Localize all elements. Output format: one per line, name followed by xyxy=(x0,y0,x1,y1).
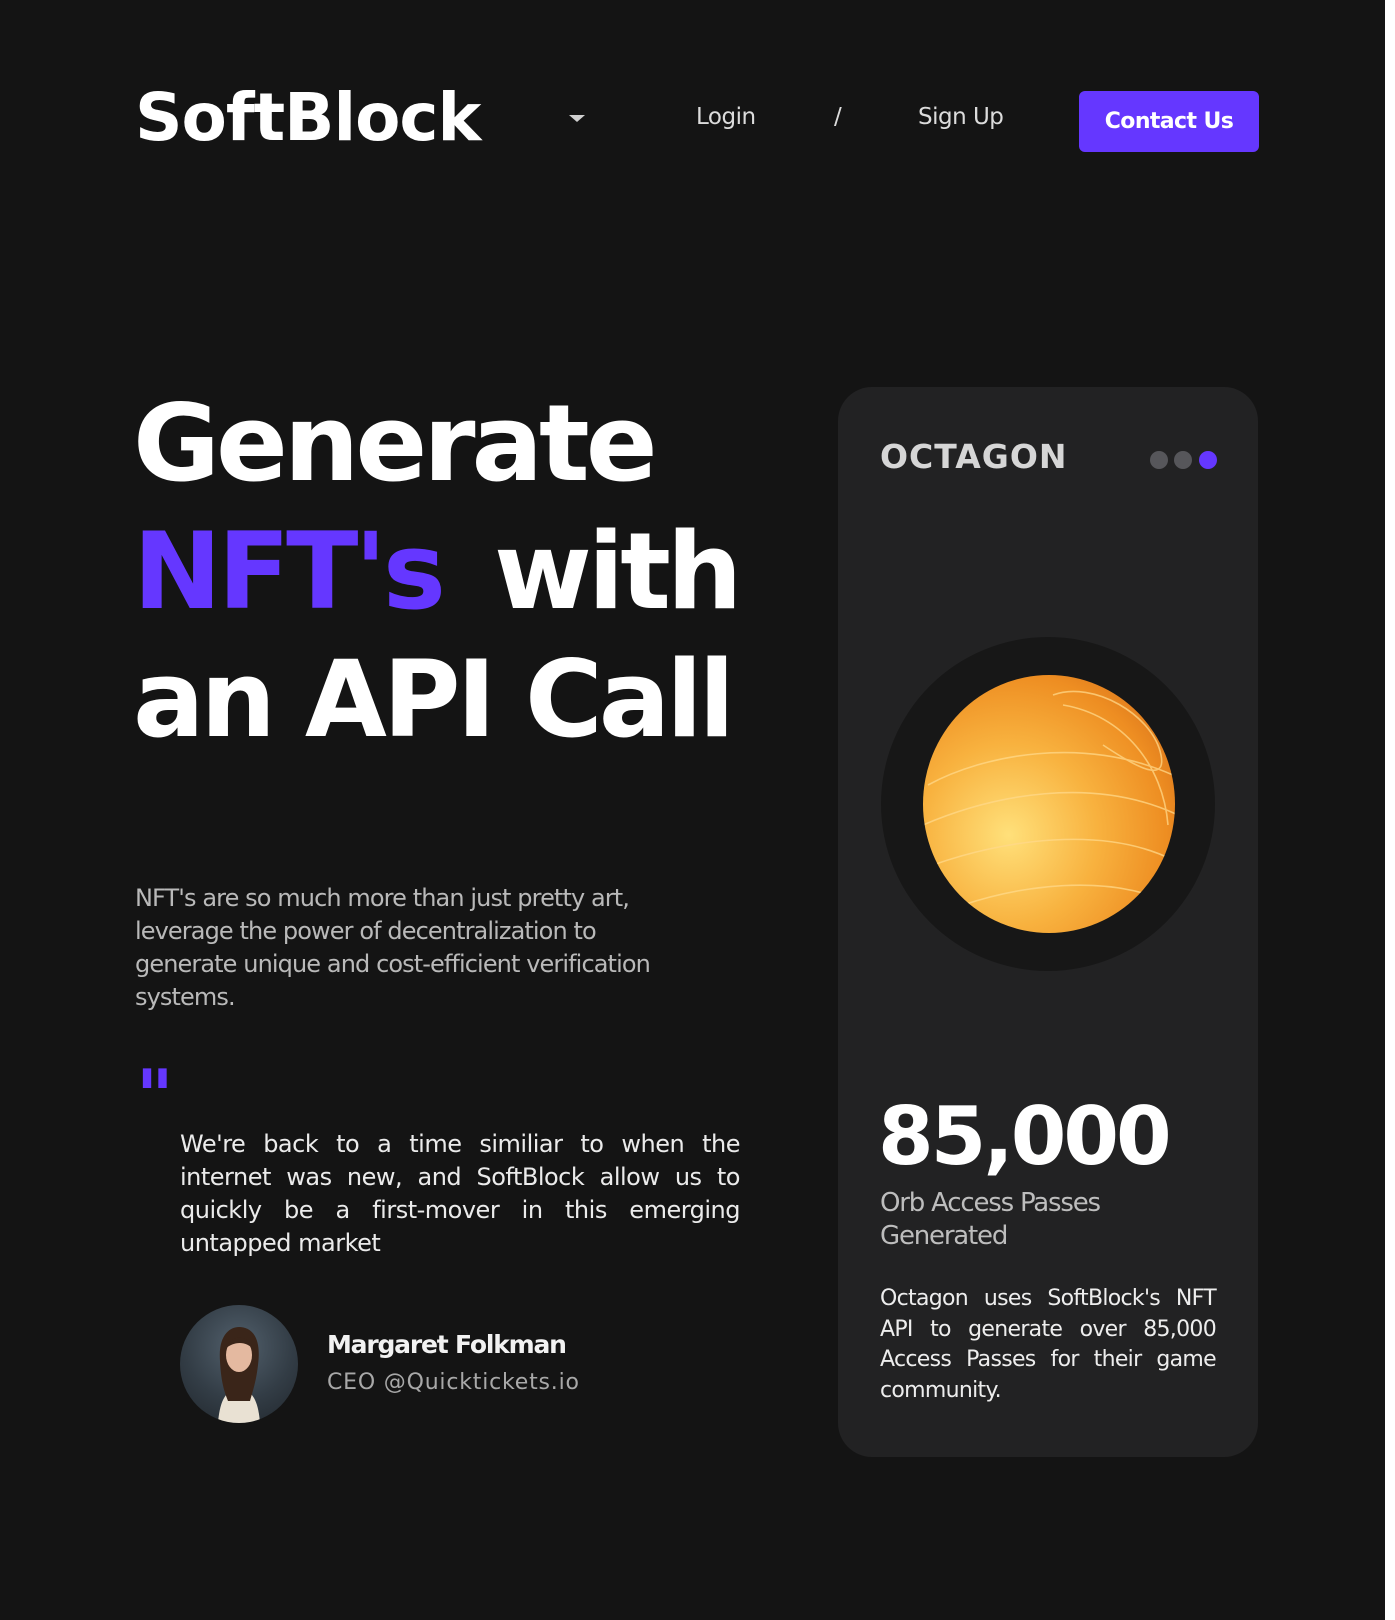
page: SoftBlock Login / Sign Up Contact Us Gen… xyxy=(0,0,1385,1620)
stat-label: Orb Access Passes Generated xyxy=(880,1188,1101,1251)
author-title: CEO @Quicktickets.io xyxy=(327,1370,580,1395)
hero-line-1: Generate xyxy=(133,382,658,505)
login-link[interactable]: Login xyxy=(696,104,756,130)
stat-number: 85,000 xyxy=(878,1090,1172,1183)
nav-separator: / xyxy=(834,104,842,130)
signup-link[interactable]: Sign Up xyxy=(918,104,1004,130)
pagination-dot-3-active[interactable] xyxy=(1199,451,1217,469)
logo[interactable]: SoftBlock xyxy=(135,78,481,158)
pagination-dot-2[interactable] xyxy=(1174,451,1192,469)
card-title: OCTAGON xyxy=(880,437,1068,476)
card-description: Octagon uses SoftBlock's NFT API to gene… xyxy=(880,1286,1217,1403)
stats-card: OCTAGON 85,000 Orb Access Passes Generat… xyxy=(838,387,1258,1457)
testimonial-quote: We're back to a time similiar to when th… xyxy=(180,1130,741,1257)
hero-description: NFT's are so much more than just pretty … xyxy=(135,884,651,1011)
hero-line-2: with xyxy=(493,510,742,633)
orb-icon xyxy=(923,675,1175,933)
hero-heading: Generate NFT's with an API Call xyxy=(133,380,742,764)
hero-accent-text: NFT's xyxy=(133,510,446,633)
quote-mark-icon: " xyxy=(136,1054,173,1138)
pagination-dot-1[interactable] xyxy=(1150,451,1168,469)
contact-us-button[interactable]: Contact Us xyxy=(1079,91,1259,152)
caret-down-icon[interactable] xyxy=(569,115,585,122)
author-name: Margaret Folkman xyxy=(327,1330,567,1359)
hero-line-3: an API Call xyxy=(133,638,735,761)
avatar xyxy=(180,1305,298,1423)
orb-frame xyxy=(881,637,1215,971)
